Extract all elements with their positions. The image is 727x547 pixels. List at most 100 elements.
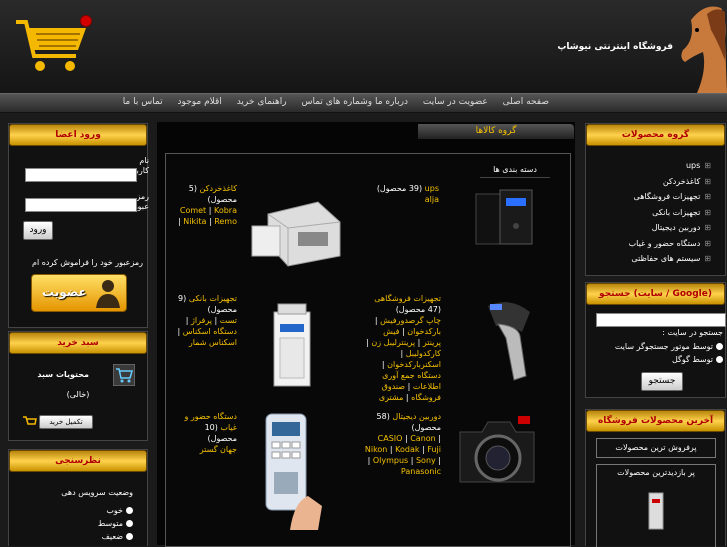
product-camera: دوربین دیجیتال (58 محصول) CASIO | Canon …: [364, 412, 441, 476]
search-in-site-label: جستجو در سایت :: [662, 328, 723, 337]
poll-options: خوب متوسط ضعیف: [98, 504, 133, 543]
product-count: (47 محصول): [395, 305, 441, 314]
nav-about[interactable]: درباره ما وشماره های تماس: [296, 94, 415, 107]
forgot-password-link[interactable]: رمزعبور خود را فراموش کرده ام: [32, 258, 143, 267]
search-input[interactable]: [596, 313, 726, 327]
horse-logo-icon: [681, 6, 727, 93]
brand-link[interactable]: Comet: [180, 206, 206, 215]
product-title[interactable]: تجهیزات بانکی: [189, 294, 237, 303]
brand-link[interactable]: Fuji: [427, 445, 441, 454]
brand-link[interactable]: Kodak: [395, 445, 419, 454]
barcode-scanner-image[interactable]: [480, 296, 542, 382]
group-item[interactable]: ⊞دوربین دیجیتال: [629, 220, 711, 236]
search-option-site[interactable]: توسط موتور جستجوگر سایت: [615, 340, 723, 353]
radio-icon[interactable]: [126, 533, 133, 540]
username-input[interactable]: [25, 168, 137, 182]
store-name: فروشگاه اینترنتی نیوشاپ: [557, 42, 673, 52]
cart-panel: سبد خرید محتویات سبد (خالی) تکمیل خرید: [8, 331, 148, 441]
search-option-label: توسط موتور جستجوگر سایت: [614, 342, 713, 351]
nav-register[interactable]: عضویت در سایت: [417, 94, 494, 107]
brand-link[interactable]: مشتری: [379, 393, 404, 402]
camera-image[interactable]: [454, 408, 540, 498]
brand-link[interactable]: Remo: [214, 217, 237, 226]
brand-link[interactable]: دستگاه اسکناس: [183, 327, 237, 336]
product-banking: تجهیزات بانکی (9 محصول) تست | پرفراژ | د…: [177, 294, 237, 347]
expand-icon: ⊞: [704, 223, 711, 232]
most-viewed-product-image[interactable]: [646, 491, 666, 531]
product-ups: ups (39 محصول) alja: [369, 183, 439, 205]
cart-icon: [113, 364, 135, 386]
poll-option-medium[interactable]: متوسط: [98, 517, 133, 530]
poll-option-label: متوسط: [97, 519, 123, 528]
search-option-google[interactable]: توسط گوگل: [615, 353, 723, 366]
brand-link[interactable]: کارکدولیبل: [406, 349, 441, 358]
nav-guide[interactable]: راهنمای خرید: [231, 94, 293, 107]
brand-link[interactable]: Nikita: [183, 217, 206, 226]
attendance-device-image[interactable]: [260, 410, 328, 530]
product-title[interactable]: تجهیزات فروشگاهی: [374, 294, 441, 303]
brand-link[interactable]: جهان گستر: [200, 445, 237, 454]
ups-product-image[interactable]: [470, 186, 538, 246]
brand-link[interactable]: تست: [220, 316, 237, 325]
password-label: رمز: [137, 192, 149, 201]
brand-link[interactable]: اسکناس شمار: [189, 338, 237, 347]
brand-link[interactable]: Olympus: [373, 456, 408, 465]
most-viewed-label: پر بازدیدترین محصولات: [617, 468, 695, 477]
search-option-label: توسط گوگل: [671, 355, 713, 364]
register-button[interactable]: عضویت: [31, 274, 127, 312]
brand-link[interactable]: Panasonic: [401, 467, 441, 476]
brand-link[interactable]: بارکدخوان: [407, 327, 441, 336]
shredder-product-image[interactable]: [248, 192, 344, 268]
money-counter-image[interactable]: [268, 302, 316, 388]
brand-link[interactable]: پرفراژ: [191, 316, 212, 325]
brand-link[interactable]: Kobra: [214, 206, 237, 215]
group-item[interactable]: ⊞دستگاه حضور و غیاب: [629, 236, 711, 252]
product-title[interactable]: دوربین دیجیتال: [392, 412, 441, 421]
expand-icon: ⊞: [704, 238, 711, 248]
login-side-labels: نام کاربری رمز عبور: [137, 156, 149, 212]
login-button[interactable]: ورود: [23, 221, 53, 240]
brand-link[interactable]: Sony: [416, 456, 436, 465]
categories-label: دسته بندی ها: [480, 165, 550, 178]
product-attendance: دستگاه حضور و غیاب (10 محصول) جهان گستر: [175, 411, 237, 455]
expand-icon: ⊞: [704, 207, 711, 217]
group-item[interactable]: ⊞تجهیزات فروشگاهی: [629, 189, 711, 205]
search-title: جستجو (سایت / Google): [586, 283, 725, 305]
password-label-2: عبور: [137, 202, 149, 211]
group-item[interactable]: ⊞سیستم های حفاظتی: [629, 251, 711, 267]
nav-items[interactable]: اقلام موجود: [172, 94, 228, 107]
group-item[interactable]: ⊞کاغذخردکن: [629, 174, 711, 190]
expand-icon: ⊞: [704, 254, 711, 263]
username-label-2: کاربری: [137, 166, 149, 175]
radio-icon[interactable]: [716, 343, 723, 350]
product-title[interactable]: ups: [425, 184, 439, 193]
brand-link[interactable]: Nikon: [365, 445, 388, 454]
poll-panel: نظرسنجی وضعیت سرویس دهی خوب متوسط ضعیف: [8, 449, 148, 546]
radio-icon[interactable]: [126, 507, 133, 514]
brand-link[interactable]: Canon: [410, 434, 436, 443]
nav-home[interactable]: صفحه اصلی: [497, 94, 555, 107]
search-button[interactable]: جستجو: [641, 372, 683, 391]
password-input[interactable]: [25, 198, 137, 212]
nav-contact[interactable]: تماس با ما: [117, 94, 169, 107]
cart-empty-text: (خالی): [66, 390, 90, 399]
poll-option-good[interactable]: خوب: [98, 504, 133, 517]
poll-option-weak[interactable]: ضعیف: [98, 530, 133, 543]
product-store-equipment: تجهیزات فروشگاهی (47 محصول) چاپ گرصدورفی…: [366, 294, 441, 402]
cart-title: سبد خرید: [9, 332, 147, 354]
product-title[interactable]: کاغذخردکن: [200, 184, 237, 193]
radio-icon[interactable]: [126, 520, 133, 527]
checkout-button[interactable]: تکمیل خرید: [39, 415, 93, 429]
group-item[interactable]: ⊞تجهیزات بانکی: [629, 205, 711, 221]
group-item[interactable]: ⊞ups: [629, 158, 711, 174]
cart-badge-icon: [80, 15, 92, 27]
brand-link[interactable]: CASIO: [378, 434, 403, 443]
radio-icon[interactable]: [716, 356, 723, 363]
brand-link[interactable]: alja: [425, 195, 439, 204]
most-viewed-box: پر بازدیدترین محصولات: [596, 464, 716, 547]
cart-contents-label: محتویات سبد: [37, 370, 89, 379]
brand-link[interactable]: اسکنربارکدخوان: [387, 360, 441, 369]
groups-list: ⊞ups ⊞کاغذخردکن ⊞تجهیزات فروشگاهی ⊞تجهیز…: [629, 158, 711, 267]
brand-link[interactable]: چاپ گرصدورفیش: [380, 316, 441, 325]
brand-link[interactable]: پرینترلیبل زن: [371, 338, 415, 347]
